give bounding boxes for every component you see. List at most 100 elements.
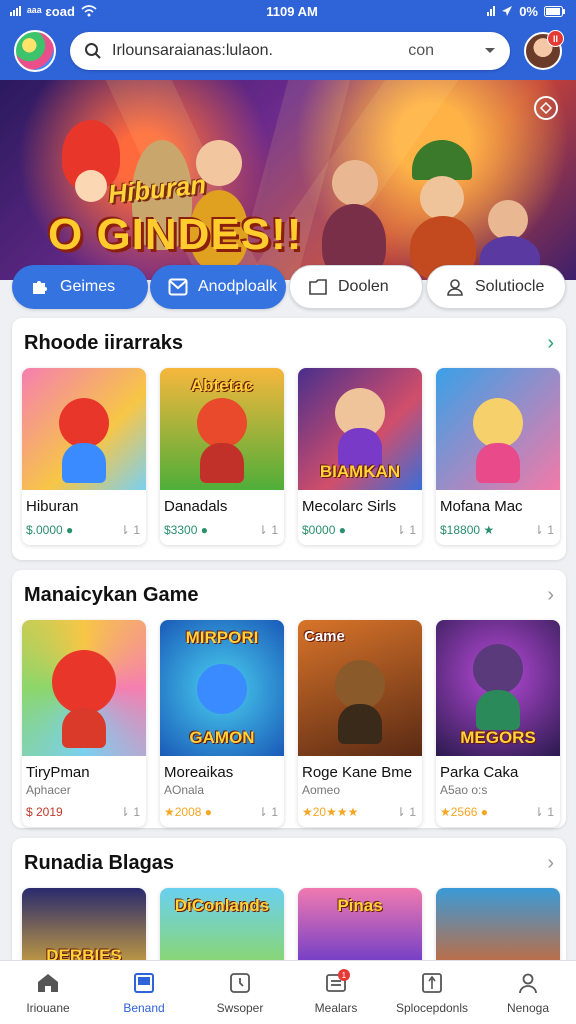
signal-icon bbox=[10, 6, 21, 16]
game-developer: A5ao o:s bbox=[440, 783, 488, 797]
tab-label: Doolen bbox=[338, 278, 389, 295]
game-card[interactable]: Abtetac Danadals $3300 ● ⇂ 1 bbox=[160, 368, 284, 545]
game-name: Moreaikas bbox=[164, 764, 234, 781]
hero-headline: O GINDES!! bbox=[48, 210, 303, 259]
game-price: $ 2019 bbox=[26, 805, 63, 819]
game-card[interactable]: Came Roge Kane Bme Aomeo ★20★★★ ⇂ 1 bbox=[298, 620, 422, 827]
clock-time: 1109 AM bbox=[266, 3, 318, 19]
game-card[interactable]: DERBIES bbox=[22, 888, 146, 968]
location-icon bbox=[502, 6, 513, 16]
thumbnail-text: MEGORS bbox=[460, 728, 536, 747]
thumbnail-text: Abtetac bbox=[190, 376, 254, 395]
tab-apps[interactable]: Anodploalk bbox=[150, 265, 286, 309]
nav-library[interactable]: 1 Mealars bbox=[288, 961, 384, 1024]
game-rank: ⇂ 1 bbox=[395, 805, 416, 819]
battery-icon bbox=[543, 5, 565, 17]
nav-apps[interactable]: Benand bbox=[96, 961, 192, 1024]
game-thumbnail: MIRPORI GAMON bbox=[160, 620, 284, 756]
game-name: Mecolarc Sirls bbox=[302, 498, 397, 515]
nav-offers[interactable]: Swsoper bbox=[192, 961, 288, 1024]
tab-books[interactable]: Doolen bbox=[289, 265, 423, 309]
game-price: $18800 ★ bbox=[440, 523, 495, 537]
game-name: Mofana Mac bbox=[440, 498, 523, 515]
nav-label: Mealars bbox=[314, 1000, 358, 1015]
search-suffix: con bbox=[408, 42, 434, 59]
game-rank: ⇂ 1 bbox=[395, 523, 416, 537]
thumbnail-text: DiConlands bbox=[174, 896, 270, 915]
chevron-right-icon[interactable]: › bbox=[547, 332, 554, 355]
section-title: Rhoode iirarraks bbox=[24, 332, 183, 354]
nav-label: Benand bbox=[123, 1000, 165, 1015]
cell-signal-icon bbox=[487, 6, 496, 16]
game-thumbnail bbox=[22, 368, 146, 490]
puzzle-icon bbox=[33, 281, 47, 294]
app-logo[interactable] bbox=[14, 30, 56, 72]
nav-special[interactable]: Splocepdonls bbox=[384, 961, 480, 1024]
clock-icon bbox=[228, 971, 252, 995]
game-thumbnail bbox=[436, 888, 560, 968]
folder-icon bbox=[309, 279, 327, 295]
tablet-icon bbox=[132, 971, 156, 995]
chevron-right-icon[interactable]: › bbox=[547, 584, 554, 607]
game-price: ★2566 ● bbox=[440, 805, 489, 819]
nav-profile[interactable]: Nenoga bbox=[480, 961, 576, 1024]
game-price: ★2008 ● bbox=[164, 805, 213, 819]
game-card[interactable]: Mofana Mac $18800 ★ ⇂ 1 bbox=[436, 368, 560, 545]
chevron-down-icon[interactable] bbox=[484, 47, 496, 55]
game-card[interactable]: MIRPORI GAMON Moreaikas AOnala ★2008 ● ⇂ … bbox=[160, 620, 284, 827]
game-name: Danadals bbox=[164, 498, 228, 515]
game-price: $.0000 ● bbox=[26, 523, 74, 537]
tab-label: Solutiocle bbox=[475, 278, 545, 295]
game-card[interactable]: MEGORS Parka Caka A5ao o:s ★2566 ● ⇂ 1 bbox=[436, 620, 560, 827]
mail-icon bbox=[168, 278, 188, 296]
person-icon bbox=[516, 971, 540, 995]
game-card[interactable]: DiConlands bbox=[160, 888, 284, 968]
avatar[interactable]: II bbox=[524, 30, 564, 70]
thumbnail-text: BIAMKAN bbox=[319, 462, 401, 481]
person-icon bbox=[447, 279, 463, 296]
game-card[interactable] bbox=[436, 888, 560, 968]
game-name: Parka Caka bbox=[440, 764, 519, 781]
nav-badge: 1 bbox=[337, 969, 350, 981]
section-title: Runadia Blagas bbox=[24, 852, 175, 874]
tab-subscriptions[interactable]: Solutiocle bbox=[426, 265, 566, 309]
thumbnail-text: Pinas bbox=[337, 896, 383, 915]
nav-label: Nenoga bbox=[506, 1000, 550, 1015]
section-title: Manaicykan Game bbox=[24, 584, 199, 606]
game-developer: AOnala bbox=[164, 783, 205, 797]
game-thumbnail: Abtetac bbox=[160, 368, 284, 490]
game-thumbnail: DERBIES bbox=[22, 888, 146, 968]
game-thumbnail bbox=[436, 368, 560, 490]
game-rank: ⇂ 1 bbox=[533, 805, 554, 819]
game-thumbnail: DiConlands bbox=[160, 888, 284, 968]
game-thumbnail: Pinas bbox=[298, 888, 422, 968]
search-bar[interactable]: Irlounsaraianas:lulaon. con bbox=[70, 32, 510, 70]
game-card[interactable]: BIAMKAN Mecolarc Sirls $0000 ● ⇂ 1 bbox=[298, 368, 422, 545]
game-name: TiryPman bbox=[26, 764, 90, 781]
game-card[interactable]: Pinas bbox=[298, 888, 422, 968]
nav-home[interactable]: Iriouane bbox=[0, 961, 96, 1024]
search-input[interactable]: Irlounsaraianas:lulaon. bbox=[112, 42, 398, 60]
shield-icon[interactable] bbox=[534, 96, 558, 120]
tab-label: Geimes bbox=[60, 278, 116, 295]
game-name: Roge Kane Bme bbox=[302, 764, 413, 781]
search-icon bbox=[85, 43, 101, 59]
game-rank: ⇂ 1 bbox=[257, 805, 278, 819]
game-name: Hiburan bbox=[26, 498, 79, 515]
game-rank: ⇂ 1 bbox=[257, 523, 278, 537]
hero-banner[interactable]: Hiburan O GINDES!! bbox=[0, 80, 576, 280]
game-card[interactable]: TiryPman Aphacer $ 2019 ⇂ 1 bbox=[22, 620, 146, 827]
tab-games[interactable]: Geimes bbox=[12, 265, 148, 309]
thumbnail-text: GAMON bbox=[189, 728, 255, 747]
chevron-right-icon[interactable]: › bbox=[547, 852, 554, 875]
game-card[interactable]: Hiburan $.0000 ● ⇂ 1 bbox=[22, 368, 146, 545]
game-developer: Aphacer bbox=[26, 783, 71, 797]
game-rank: ⇂ 1 bbox=[119, 523, 140, 537]
category-pills: Geimes Anodploalk Doolen Solutiocle bbox=[0, 265, 576, 309]
carrier-label: ᵃᵃᵃ ɛoad bbox=[27, 3, 75, 19]
game-thumbnail: Came bbox=[298, 620, 422, 756]
game-price: ★20★★★ bbox=[302, 805, 359, 819]
status-bar: ᵃᵃᵃ ɛoad 1109 AM 0% bbox=[0, 0, 576, 22]
nav-label: Iriouane bbox=[26, 1000, 70, 1015]
notification-badge: II bbox=[547, 30, 564, 47]
